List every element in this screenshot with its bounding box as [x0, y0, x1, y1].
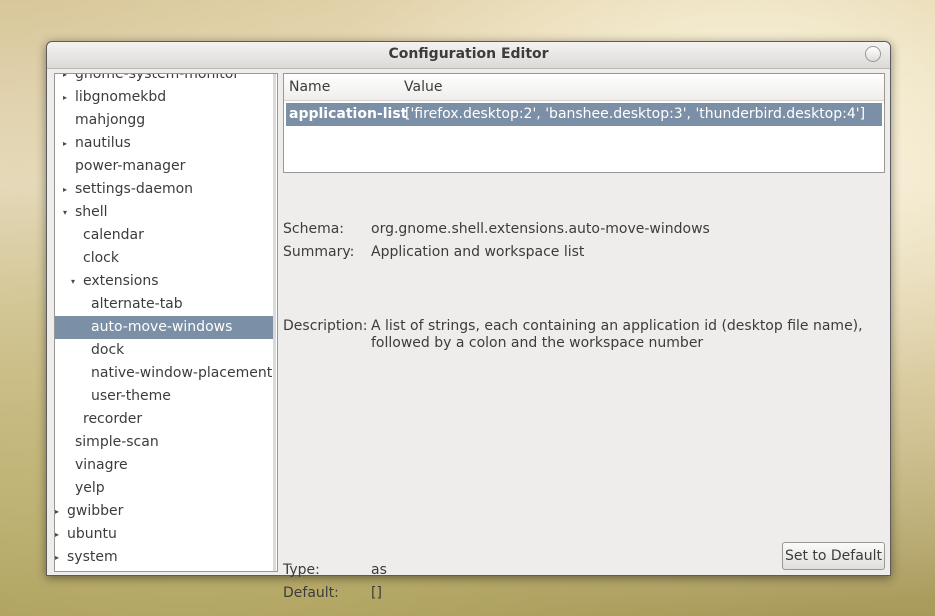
description-line-1: A list of strings, each containing an ap… — [371, 318, 863, 334]
key-name: application-list — [289, 106, 408, 122]
schema-label: Schema: — [283, 221, 345, 237]
tree-item-label: alternate-tab — [91, 296, 183, 312]
collapsed-arrow-icon[interactable]: ▸ — [55, 500, 62, 523]
expanded-arrow-icon[interactable]: ▾ — [60, 201, 70, 224]
tree-item-auto-move-windows[interactable]: auto-move-windows — [55, 316, 273, 339]
type-label: Type: — [283, 562, 320, 578]
tree-item-system[interactable]: ▸ system — [55, 546, 273, 569]
tree-item-calendar[interactable]: calendar — [55, 224, 273, 247]
tree-item-native-window-placement[interactable]: native-window-placement — [55, 362, 273, 385]
tree-item-settings-daemon[interactable]: ▸ settings-daemon — [55, 178, 273, 201]
window-title: Configuration Editor — [388, 46, 549, 62]
tree-item-clock[interactable]: clock — [55, 247, 273, 270]
tree-item-label: extensions — [83, 273, 159, 289]
tree-item-label: auto-move-windows — [91, 319, 233, 335]
collapsed-arrow-icon[interactable]: ▸ — [55, 523, 62, 546]
close-window-icon[interactable] — [865, 46, 881, 62]
tree-item-recorder[interactable]: recorder — [55, 408, 273, 431]
set-to-default-button[interactable]: Set to Default — [782, 542, 885, 570]
tree-item-dock[interactable]: dock — [55, 339, 273, 362]
key-row-application-list[interactable]: application-list ['firefox.desktop:2', '… — [286, 103, 882, 126]
default-value: [] — [371, 585, 382, 601]
title-bar[interactable]: Configuration Editor — [47, 42, 890, 69]
tree-item-power-manager[interactable]: power-manager — [55, 155, 273, 178]
tree-item-label: gnome-system-monitor — [75, 73, 240, 82]
tree-item-gwibber[interactable]: ▸ gwibber — [55, 500, 273, 523]
tree-item-label: power-manager — [75, 158, 186, 174]
tree-item-yelp[interactable]: yelp — [55, 477, 273, 500]
collapsed-arrow-icon[interactable]: ▸ — [60, 132, 70, 155]
tree-item-label: libgnomekbd — [75, 89, 167, 105]
schema-tree[interactable]: ▸ gnome-system-monitor ▸ libgnomekbd mahjong… — [54, 73, 278, 572]
keys-list-header: Name Value — [284, 74, 884, 101]
tree-item-label: nautilus — [75, 135, 131, 151]
summary-value: Application and workspace list — [371, 244, 585, 260]
default-label: Default: — [283, 585, 339, 601]
tree-item-extensions[interactable]: ▾ extensions — [55, 270, 273, 293]
tree-item-label: ubuntu — [67, 526, 117, 542]
tree-item-label: recorder — [83, 411, 143, 427]
tree-item-label: mahjongg — [75, 112, 146, 128]
tree-item-label: user-theme — [91, 388, 171, 404]
tree-item-label: yelp — [75, 480, 105, 496]
tree-item-label: shell — [75, 204, 108, 220]
column-header-value[interactable]: Value — [404, 79, 442, 95]
tree-item-label: simple-scan — [75, 434, 159, 450]
tree-scrollbar[interactable] — [273, 74, 276, 571]
tree-item-nautilus[interactable]: ▸ nautilus — [55, 132, 273, 155]
tree-item-gnome-system-monitor[interactable]: ▸ gnome-system-monitor — [55, 73, 273, 86]
column-header-name[interactable]: Name — [289, 79, 330, 95]
tree-item-libgnomekbd[interactable]: ▸ libgnomekbd — [55, 86, 273, 109]
expanded-arrow-icon[interactable]: ▾ — [68, 270, 78, 293]
tree-item-user-theme[interactable]: user-theme — [55, 385, 273, 408]
description-value: A list of strings, each containing an ap… — [371, 318, 871, 352]
key-value[interactable]: ['firefox.desktop:2', 'banshee.desktop:3… — [405, 103, 865, 126]
tree-item-label: clock — [83, 250, 119, 266]
schema-value: org.gnome.shell.extensions.auto-move-win… — [371, 221, 710, 237]
keys-list[interactable]: Name Value application-list ['firefox.de… — [283, 73, 885, 173]
description-label: Description: — [283, 318, 368, 334]
configuration-editor-window: Configuration Editor ▸ gnome-system-monit… — [46, 41, 891, 601]
tree-item-label: vinagre — [75, 457, 128, 473]
tree-item-simple-scan[interactable]: simple-scan — [55, 431, 273, 454]
tree-item-ubuntu[interactable]: ▸ ubuntu — [55, 523, 273, 546]
collapsed-arrow-icon[interactable]: ▸ — [60, 74, 70, 86]
tree-item-label: native-window-placement — [91, 365, 273, 381]
description-line-2: followed by a colon and the workspace nu… — [371, 335, 704, 351]
collapsed-arrow-icon[interactable]: ▸ — [60, 86, 70, 109]
tree-item-vinagre[interactable]: vinagre — [55, 454, 273, 477]
tree-item-shell[interactable]: ▾ shell — [55, 201, 273, 224]
editor-body: ▸ gnome-system-monitor ▸ libgnomekbd mahjong… — [47, 69, 890, 601]
tree-item-label: settings-daemon — [75, 181, 194, 197]
tree-item-alternate-tab[interactable]: alternate-tab — [55, 293, 273, 316]
type-value: as — [371, 562, 387, 578]
tree-item-label: gwibber — [67, 503, 124, 519]
tree-item-label: calendar — [83, 227, 144, 243]
tree-item-label: system — [67, 549, 118, 565]
collapsed-arrow-icon[interactable]: ▸ — [55, 546, 62, 569]
tree-item-label: dock — [91, 342, 125, 358]
summary-label: Summary: — [283, 244, 355, 260]
tree-item-mahjongg[interactable]: mahjongg — [55, 109, 273, 132]
collapsed-arrow-icon[interactable]: ▸ — [60, 178, 70, 201]
